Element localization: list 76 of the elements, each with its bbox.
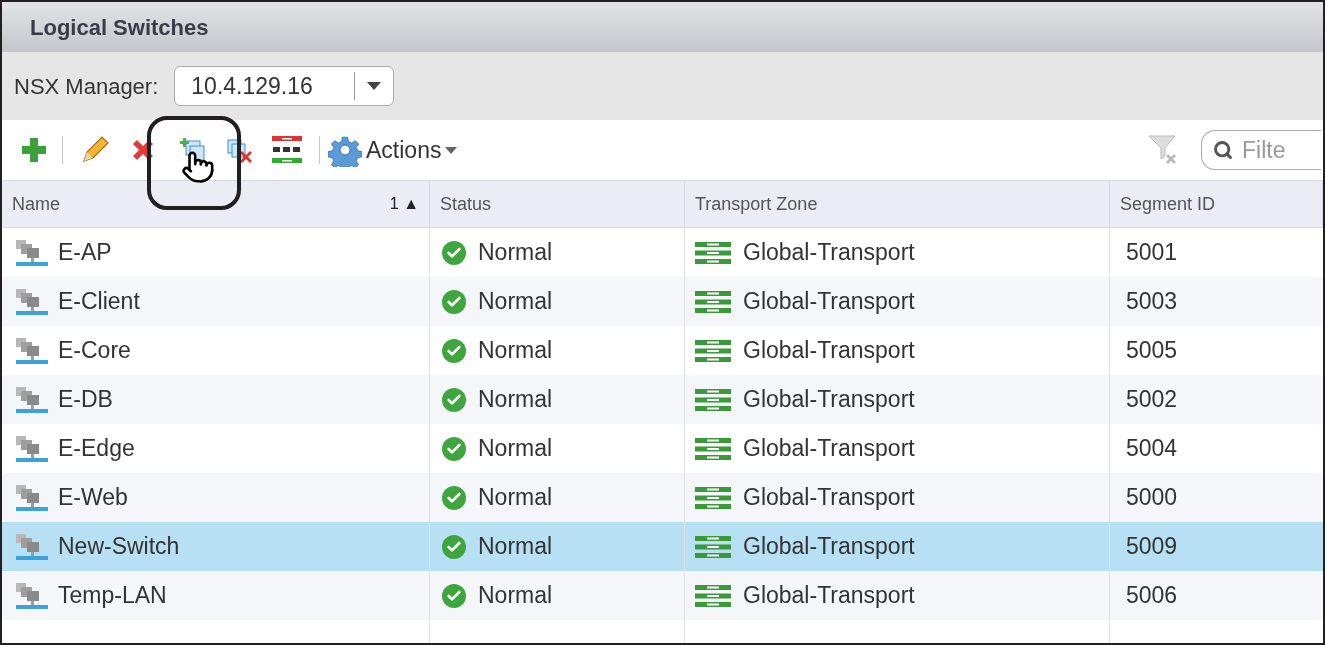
check-icon <box>442 436 466 461</box>
table-row[interactable]: E-Client Normal Global-Transport 5003 <box>2 277 1323 326</box>
table-cell-text: Normal <box>478 336 553 366</box>
table-cell-text: Normal <box>478 385 553 415</box>
column-header[interactable]: Name 1 ▲ <box>2 181 430 227</box>
table-cell-text: Normal <box>478 434 553 464</box>
pencil-icon <box>80 135 110 165</box>
caret-icon <box>367 82 382 90</box>
transport-zone-icon <box>695 339 731 362</box>
check-icon <box>442 485 466 510</box>
table-cell-text: E-Client <box>58 287 140 317</box>
transport-zone-icon <box>695 290 731 313</box>
column-header[interactable]: Status <box>430 181 685 227</box>
caret-icon <box>445 146 458 154</box>
check-icon <box>442 583 466 608</box>
check-icon <box>442 338 466 363</box>
network-switch-icon <box>14 434 48 463</box>
table-cell-text: 5001 <box>1126 238 1178 268</box>
manager-dropdown[interactable]: 10.4.129.16 <box>174 66 395 106</box>
table-cell-text: Global-Transport <box>743 336 915 366</box>
table-cell-text: Normal <box>478 483 553 513</box>
table-cell-text: Global-Transport <box>743 385 915 415</box>
transport-zone-icon <box>695 486 731 509</box>
network-switch-icon <box>14 336 48 365</box>
columns-icon <box>272 136 302 164</box>
transport-zone-icon <box>695 437 731 460</box>
table-cell-text: Global-Transport <box>743 483 915 513</box>
network-switch-icon <box>14 483 48 512</box>
table-cell-text: Normal <box>478 532 553 562</box>
network-switch-icon <box>14 532 48 561</box>
table-row[interactable]: E-DB Normal Global-Transport 5002 <box>2 375 1323 424</box>
plus-icon <box>20 136 48 164</box>
table-cell-text: 5003 <box>1126 287 1178 317</box>
table-cell-text: Normal <box>478 581 553 611</box>
table-cell-text: Global-Transport <box>743 532 915 562</box>
table-row[interactable]: E-Web Normal Global-Transport 5000 <box>2 473 1323 522</box>
table-cell-text: E-DB <box>58 385 113 415</box>
network-switch-icon <box>14 287 48 316</box>
transport-zone-icon <box>695 535 731 558</box>
table-cell-text: E-AP <box>58 238 112 268</box>
table-cell-text: Global-Transport <box>743 238 915 268</box>
table-cell-text: Global-Transport <box>743 287 915 317</box>
transport-zone-icon <box>695 388 731 411</box>
table-cell-text: New-Switch <box>58 532 180 562</box>
manager-label: NSX Manager: <box>14 72 159 101</box>
table-cell-text: 5006 <box>1126 581 1178 611</box>
network-switch-icon <box>14 238 48 267</box>
column-header[interactable]: Segment ID <box>1110 181 1323 227</box>
table-cell-text: 5000 <box>1126 483 1178 513</box>
table-cell-text: Global-Transport <box>743 581 915 611</box>
table-row[interactable]: New-Switch Normal Global-Transport 5009 <box>2 522 1323 571</box>
check-icon <box>442 534 466 559</box>
table-cell-text: 5005 <box>1126 336 1178 366</box>
actions-button[interactable]: Actions <box>328 130 458 170</box>
column-header[interactable]: Transport Zone <box>685 181 1110 227</box>
table-cell-text: Temp-LAN <box>58 581 167 611</box>
table-cell-text: 5009 <box>1126 532 1178 562</box>
table-cell-text: E-Core <box>58 336 131 366</box>
table-cell-text: 5002 <box>1126 385 1178 415</box>
table-cell-text: E-Edge <box>58 434 135 464</box>
table-cell-text: Normal <box>478 287 553 317</box>
table-row[interactable]: Temp-LAN Normal Global-Transport 5006 <box>2 571 1323 620</box>
table-cell-text: Global-Transport <box>743 434 915 464</box>
check-icon <box>442 240 466 265</box>
filter-field[interactable]: Filte <box>1201 130 1321 170</box>
transport-zone-icon <box>695 584 731 607</box>
check-icon <box>442 387 466 412</box>
table-cell-text: 5004 <box>1126 434 1178 464</box>
network-switch-icon <box>14 385 48 414</box>
search-icon <box>1213 140 1233 160</box>
check-icon <box>442 289 466 314</box>
window-title: Logical Switches <box>30 13 209 42</box>
table-cell-text: E-Web <box>58 483 128 513</box>
transport-zone-icon <box>695 241 731 264</box>
table-cell-text: Normal <box>478 238 553 268</box>
network-switch-icon <box>14 581 48 610</box>
